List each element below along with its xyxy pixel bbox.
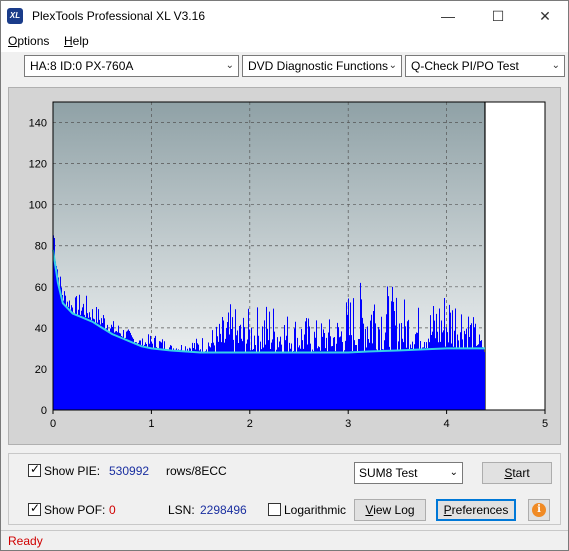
y-tick-label: 120 (29, 159, 47, 171)
x-tick-label: 3 (345, 418, 351, 430)
test-select-value: Q-Check PI/PO Test (411, 59, 519, 73)
x-tick-label: 4 (444, 418, 450, 430)
chevron-down-icon: ⌄ (449, 467, 458, 478)
y-tick-label: 60 (35, 282, 47, 294)
sum-test-select-value: SUM8 Test (359, 466, 418, 480)
logarithmic-checkbox[interactable] (268, 503, 281, 516)
close-button[interactable]: ✕ (522, 1, 568, 31)
view-log-button[interactable]: View Log (354, 499, 426, 521)
rows-unit-label: rows/8ECC (166, 464, 227, 478)
status-bar: Ready (1, 530, 568, 550)
y-tick-label: 140 (29, 118, 47, 130)
function-select-value: DVD Diagnostic Functions (248, 59, 389, 73)
pipo-chart: 0 20 40 60 80 100 120 140 0 1 2 3 4 5 (29, 101, 548, 430)
menu-help-label: elp (72, 34, 89, 48)
y-tick-label: 0 (41, 405, 47, 417)
function-select[interactable]: DVD Diagnostic Functions ⌄ (242, 55, 402, 77)
show-pie-label: Show PIE: (44, 464, 101, 478)
app-window: XL PlexTools Professional XL V3.16 — ☐ ✕… (0, 0, 569, 551)
pie-count: 530992 (109, 464, 150, 478)
checkmark-icon: ✓ (30, 462, 41, 476)
chevron-down-icon: ⌄ (388, 60, 397, 71)
logarithmic-label: Logarithmic (284, 503, 347, 517)
maximize-button[interactable]: ☐ (475, 1, 521, 31)
menu-options-label: ptions (17, 34, 50, 48)
lsn-label: LSN: (168, 503, 195, 517)
window-title: PlexTools Professional XL V3.16 (32, 9, 205, 23)
y-tick-label: 80 (35, 241, 47, 253)
test-select[interactable]: Q-Check PI/PO Test ⌄ (405, 55, 565, 77)
pof-count: 0 (109, 503, 116, 517)
sum-test-select[interactable]: SUM8 Test ⌄ (354, 462, 463, 484)
y-tick-label: 100 (29, 200, 47, 212)
show-pof-checkbox[interactable]: ✓ (28, 501, 41, 516)
x-tick-label: 2 (247, 418, 253, 430)
controls-panel: ✓ Show PIE: 530992 rows/8ECC SUM8 Test ⌄… (8, 453, 561, 525)
x-tick-label: 1 (148, 418, 154, 430)
menu-options-accel: O (8, 34, 18, 48)
menu-help-accel: H (64, 34, 73, 48)
drive-select[interactable]: HA:8 ID:0 PX-760A ⌄ (24, 55, 239, 77)
show-pie-checkbox[interactable]: ✓ (28, 462, 41, 477)
title-bar: XL PlexTools Professional XL V3.16 — ☐ ✕ (1, 1, 568, 31)
x-tick-label: 0 (50, 418, 56, 430)
preferences-button[interactable]: Preferences (436, 499, 516, 521)
x-tick-label: 5 (542, 418, 548, 430)
start-button[interactable]: Start (482, 462, 552, 484)
preferences-label: references (451, 503, 509, 517)
checkmark-icon: ✓ (30, 501, 41, 515)
menu-help[interactable]: Help (64, 34, 89, 48)
drive-select-value: HA:8 ID:0 PX-760A (30, 59, 134, 73)
info-icon: i (532, 503, 546, 517)
lsn-value: 2298496 (200, 503, 247, 517)
status-text: Ready (8, 534, 43, 548)
y-tick-label: 40 (35, 323, 47, 335)
start-label: tart (512, 466, 530, 480)
chevron-down-icon: ⌄ (225, 60, 234, 71)
y-tick-label: 20 (35, 364, 47, 376)
info-button[interactable]: i (528, 499, 550, 521)
unused-region (484, 102, 545, 410)
minimize-button[interactable]: — (425, 1, 471, 31)
menu-bar: Options Help (1, 31, 568, 52)
app-logo-icon: XL (7, 8, 23, 24)
chart-panel: 0 20 40 60 80 100 120 140 0 1 2 3 4 5 (8, 87, 561, 445)
show-pof-label: Show POF: (44, 503, 106, 517)
menu-options[interactable]: Options (8, 34, 49, 48)
chevron-down-icon: ⌄ (551, 60, 560, 71)
preferences-accel: P (443, 503, 452, 517)
view-log-label: iew Log (373, 503, 415, 517)
